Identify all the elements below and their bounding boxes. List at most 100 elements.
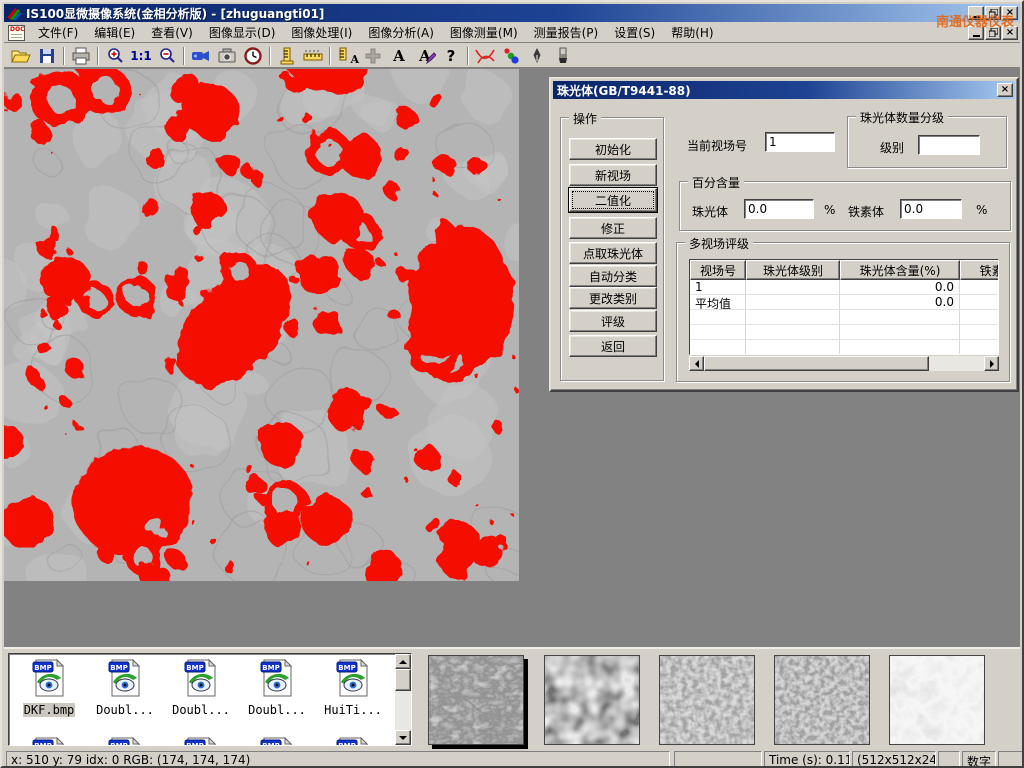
- correct-button[interactable]: 修正: [569, 217, 657, 239]
- move-cross-button[interactable]: [360, 45, 386, 66]
- annotate-pencil-icon: [426, 52, 436, 64]
- save-button[interactable]: [34, 45, 60, 66]
- file-list-scrollbar[interactable]: [395, 654, 411, 745]
- menu-settings[interactable]: 设置(S): [606, 22, 663, 43]
- menu-report[interactable]: 测量报告(P): [526, 22, 607, 43]
- grade-input[interactable]: [918, 135, 980, 155]
- file-item[interactable]: BMP HuiTi...: [317, 658, 389, 717]
- file-item[interactable]: BMP Doubl...: [89, 658, 161, 717]
- text-button[interactable]: A: [386, 45, 412, 66]
- zoom-out-button[interactable]: [154, 45, 180, 66]
- mdi-document-icon[interactable]: DOC: [8, 25, 25, 41]
- rate-button[interactable]: 评级: [569, 310, 657, 332]
- menu-edit[interactable]: 编辑(E): [86, 22, 143, 43]
- menu-view[interactable]: 查看(V): [143, 22, 201, 43]
- change-class-button[interactable]: 更改类别: [569, 287, 657, 309]
- curve-tool-button[interactable]: [472, 45, 498, 66]
- binarize-button[interactable]: 二值化: [569, 188, 657, 212]
- open-button[interactable]: [8, 45, 34, 66]
- file-name[interactable]: Doubl...: [171, 703, 231, 717]
- pearlite-percent-input[interactable]: 0.0: [744, 199, 814, 219]
- dialog-title-bar[interactable]: 珠光体(GB/T9441-88): [553, 81, 1015, 99]
- file-item[interactable]: BMP: [165, 736, 237, 746]
- menu-image-process[interactable]: 图像处理(I): [283, 22, 360, 43]
- classify-balls-button[interactable]: [498, 45, 524, 66]
- current-view-input[interactable]: 1: [765, 132, 835, 152]
- mdi-restore-button[interactable]: [985, 26, 1001, 40]
- multi-view-table[interactable]: 视场号 珠光体级别 珠光体含量(%) 铁素体含量(%) 1 0.0 平均值 0.…: [689, 259, 999, 355]
- save-icon: [38, 47, 56, 65]
- auto-classify-button[interactable]: 自动分类: [569, 265, 657, 287]
- restore-button[interactable]: [985, 6, 1001, 20]
- caliper-button[interactable]: [274, 45, 300, 66]
- annotate-button[interactable]: A: [412, 45, 438, 66]
- ferrite-percent-input[interactable]: 0.0: [900, 199, 962, 219]
- pen-icon: [530, 47, 544, 65]
- video-camera-button[interactable]: [188, 45, 214, 66]
- scrollbar-thumb[interactable]: [704, 356, 929, 371]
- pearlite-percent-sign: %: [824, 203, 835, 217]
- status-empty-1: [674, 751, 762, 767]
- actual-size-button[interactable]: 1:1: [128, 45, 154, 66]
- close-button[interactable]: ×: [1002, 6, 1018, 20]
- brush-button[interactable]: [550, 45, 576, 66]
- measure-text-button[interactable]: A: [334, 45, 360, 66]
- print-button[interactable]: [68, 45, 94, 66]
- table-horizontal-scrollbar[interactable]: [689, 356, 999, 371]
- clock-button[interactable]: [240, 45, 266, 66]
- table-row[interactable]: 平均值 0.0: [690, 295, 998, 310]
- file-item[interactable]: BMP: [241, 736, 313, 746]
- file-name[interactable]: HuiTi...: [323, 703, 383, 717]
- new-view-button[interactable]: 新视场: [569, 164, 657, 186]
- file-item[interactable]: BMP Doubl...: [241, 658, 313, 717]
- pen-button[interactable]: [524, 45, 550, 66]
- menu-image-analysis[interactable]: 图像分析(A): [360, 22, 442, 43]
- micrograph-image[interactable]: [4, 69, 519, 581]
- file-browser[interactable]: BMP DKF.bmp BMP Doubl... BMP: [8, 653, 412, 746]
- file-item[interactable]: BMP: [89, 736, 161, 746]
- mdi-minimize-button[interactable]: [968, 26, 984, 40]
- col-pearlite-amount[interactable]: 珠光体含量(%): [840, 260, 960, 280]
- scroll-right-button[interactable]: [984, 356, 999, 371]
- pearlite-dialog[interactable]: 珠光体(GB/T9441-88) × 操作 初始化 新视场 二值化 修正 点取珠…: [549, 77, 1019, 392]
- thumbnail-4[interactable]: [774, 655, 870, 745]
- title-bar[interactable]: IS100显微摄像系统(金相分析版) - [zhuguangti01] ×: [4, 4, 1020, 22]
- menu-image-display[interactable]: 图像显示(D): [201, 22, 284, 43]
- file-item[interactable]: BMP: [13, 736, 85, 746]
- scroll-down-button[interactable]: [395, 730, 411, 745]
- toolbar: 1:1: [4, 44, 1020, 68]
- thumbnail-3[interactable]: [659, 655, 755, 745]
- file-name[interactable]: DKF.bmp: [23, 703, 76, 717]
- bmp-file-icon: BMP: [335, 687, 371, 701]
- file-name[interactable]: Doubl...: [247, 703, 307, 717]
- table-row[interactable]: 1 0.0: [690, 280, 998, 295]
- init-button[interactable]: 初始化: [569, 138, 657, 160]
- menu-file[interactable]: 文件(F): [30, 22, 86, 43]
- file-name[interactable]: Doubl...: [95, 703, 155, 717]
- help-button[interactable]: ?: [438, 45, 464, 66]
- col-pearlite-grade[interactable]: 珠光体级别: [746, 260, 840, 280]
- col-view-number[interactable]: 视场号: [690, 260, 746, 280]
- mdi-close-button[interactable]: ×: [1002, 26, 1018, 40]
- return-button[interactable]: 返回: [569, 335, 657, 357]
- menu-image-measure[interactable]: 图像测量(M): [442, 22, 526, 43]
- ruler-button[interactable]: [300, 45, 326, 66]
- scrollbar-thumb[interactable]: [395, 669, 411, 691]
- thumbnail-1[interactable]: [428, 655, 524, 745]
- col-ferrite-amount[interactable]: 铁素体含量(%): [960, 260, 999, 280]
- status-image-size: (512x512x24): [852, 751, 936, 767]
- cell-view: 平均值: [690, 295, 746, 309]
- menu-help[interactable]: 帮助(H): [663, 22, 721, 43]
- scroll-up-button[interactable]: [395, 654, 411, 669]
- minimize-button[interactable]: [968, 6, 984, 20]
- scroll-left-button[interactable]: [689, 356, 704, 371]
- thumbnail-2[interactable]: [544, 655, 640, 745]
- zoom-in-button[interactable]: [102, 45, 128, 66]
- capture-camera-button[interactable]: [214, 45, 240, 66]
- file-item[interactable]: BMP DKF.bmp: [13, 658, 85, 717]
- dialog-close-button[interactable]: ×: [997, 83, 1013, 97]
- file-item[interactable]: BMP Doubl...: [165, 658, 237, 717]
- file-item[interactable]: BMP: [317, 736, 389, 746]
- thumbnail-5[interactable]: [889, 655, 985, 745]
- pick-pearlite-button[interactable]: 点取珠光体: [569, 242, 657, 264]
